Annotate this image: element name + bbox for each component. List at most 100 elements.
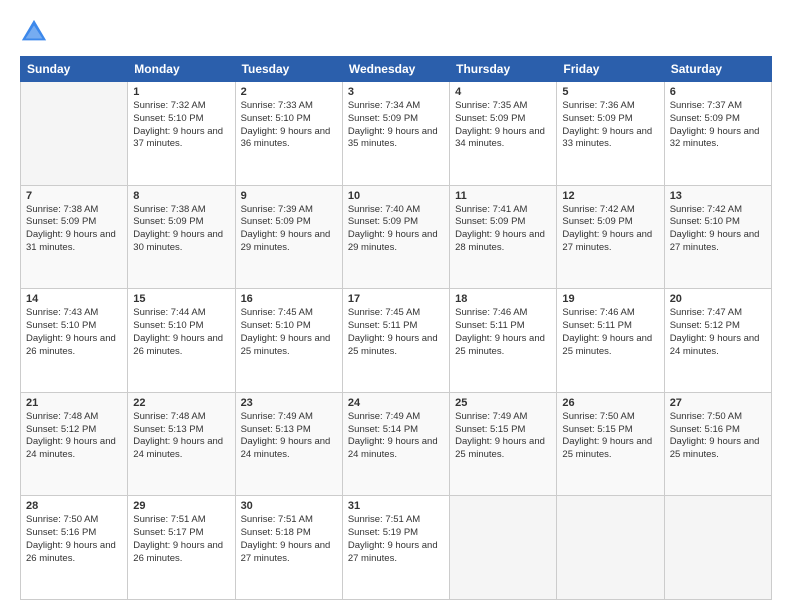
page: SundayMondayTuesdayWednesdayThursdayFrid… <box>0 0 792 612</box>
day-number: 11 <box>455 190 551 202</box>
day-number: 16 <box>241 293 337 305</box>
day-cell: 9Sunrise: 7:39 AMSunset: 5:09 PMDaylight… <box>235 185 342 289</box>
day-cell <box>21 82 128 186</box>
day-cell: 4Sunrise: 7:35 AMSunset: 5:09 PMDaylight… <box>450 82 557 186</box>
day-content: Sunrise: 7:43 AMSunset: 5:10 PMDaylight:… <box>26 307 122 358</box>
day-cell: 18 Sunrise: 7:46 AMSunset: 5:11 PMDayligh… <box>450 289 557 393</box>
day-number: 26 <box>562 397 658 409</box>
week-row-1: 7 Sunrise: 7:38 AMSunset: 5:09 PMDaylight… <box>21 185 772 289</box>
day-content: Sunrise: 7:49 AMSunset: 5:15 PMDaylight:… <box>455 411 551 462</box>
day-cell <box>557 496 664 600</box>
weekday-monday: Monday <box>128 57 235 82</box>
day-number: 20 <box>670 293 766 305</box>
day-content: Sunrise: 7:42 AMSunset: 5:09 PMDaylight:… <box>562 204 658 255</box>
week-row-0: 1 Sunrise: 7:32 AMSunset: 5:10 PMDaylight… <box>21 82 772 186</box>
day-number: 29 <box>133 500 229 512</box>
day-content: Sunrise: 7:51 AMSunset: 5:19 PMDaylight:… <box>348 514 444 565</box>
week-row-2: 14 Sunrise: 7:43 AMSunset: 5:10 PMDayligh… <box>21 289 772 393</box>
day-content: Sunrise: 7:47 AMSunset: 5:12 PMDaylight:… <box>670 307 766 358</box>
day-cell: 23 Sunrise: 7:49 AMSunset: 5:13 PMDayligh… <box>235 392 342 496</box>
week-row-3: 21 Sunrise: 7:48 AMSunset: 5:12 PMDayligh… <box>21 392 772 496</box>
day-cell: 31 Sunrise: 7:51 AMSunset: 5:19 PMDayligh… <box>342 496 449 600</box>
day-cell: 21 Sunrise: 7:48 AMSunset: 5:12 PMDayligh… <box>21 392 128 496</box>
weekday-saturday: Saturday <box>664 57 771 82</box>
day-number: 21 <box>26 397 122 409</box>
day-number: 17 <box>348 293 444 305</box>
day-number: 6 <box>670 86 766 98</box>
day-cell: 12 Sunrise: 7:42 AMSunset: 5:09 PMDayligh… <box>557 185 664 289</box>
day-cell <box>664 496 771 600</box>
day-content: Sunrise: 7:40 AMSunset: 5:09 PMDaylight:… <box>348 204 444 255</box>
day-cell: 26Sunrise: 7:50 AMSunset: 5:15 PMDayligh… <box>557 392 664 496</box>
day-cell: 13Sunrise: 7:42 AMSunset: 5:10 PMDayligh… <box>664 185 771 289</box>
day-content: Sunrise: 7:46 AMSunset: 5:11 PMDaylight:… <box>562 307 658 358</box>
day-number: 2 <box>241 86 337 98</box>
day-cell: 19 Sunrise: 7:46 AMSunset: 5:11 PMDayligh… <box>557 289 664 393</box>
day-number: 25 <box>455 397 551 409</box>
day-cell: 1 Sunrise: 7:32 AMSunset: 5:10 PMDaylight… <box>128 82 235 186</box>
day-content: Sunrise: 7:51 AMSunset: 5:17 PMDaylight:… <box>133 514 229 565</box>
header <box>20 18 772 46</box>
day-cell <box>450 496 557 600</box>
day-number: 13 <box>670 190 766 202</box>
day-number: 22 <box>133 397 229 409</box>
day-number: 7 <box>26 190 122 202</box>
weekday-friday: Friday <box>557 57 664 82</box>
calendar-header: SundayMondayTuesdayWednesdayThursdayFrid… <box>21 57 772 82</box>
day-cell: 5 Sunrise: 7:36 AMSunset: 5:09 PMDaylight… <box>557 82 664 186</box>
calendar-table: SundayMondayTuesdayWednesdayThursdayFrid… <box>20 56 772 600</box>
day-content: Sunrise: 7:45 AMSunset: 5:10 PMDaylight:… <box>241 307 337 358</box>
day-number: 12 <box>562 190 658 202</box>
day-number: 24 <box>348 397 444 409</box>
day-cell: 24 Sunrise: 7:49 AMSunset: 5:14 PMDayligh… <box>342 392 449 496</box>
day-content: Sunrise: 7:36 AMSunset: 5:09 PMDaylight:… <box>562 100 658 151</box>
day-content: Sunrise: 7:38 AMSunset: 5:09 PMDaylight:… <box>133 204 229 255</box>
day-content: Sunrise: 7:45 AMSunset: 5:11 PMDaylight:… <box>348 307 444 358</box>
weekday-wednesday: Wednesday <box>342 57 449 82</box>
day-number: 19 <box>562 293 658 305</box>
day-content: Sunrise: 7:48 AMSunset: 5:12 PMDaylight:… <box>26 411 122 462</box>
day-number: 28 <box>26 500 122 512</box>
logo <box>20 18 52 46</box>
day-number: 8 <box>133 190 229 202</box>
day-number: 31 <box>348 500 444 512</box>
day-content: Sunrise: 7:50 AMSunset: 5:16 PMDaylight:… <box>670 411 766 462</box>
day-number: 1 <box>133 86 229 98</box>
day-cell: 25 Sunrise: 7:49 AMSunset: 5:15 PMDayligh… <box>450 392 557 496</box>
day-content: Sunrise: 7:33 AMSunset: 5:10 PMDaylight:… <box>241 100 337 151</box>
day-cell: 20 Sunrise: 7:47 AMSunset: 5:12 PMDayligh… <box>664 289 771 393</box>
day-number: 30 <box>241 500 337 512</box>
week-row-4: 28Sunrise: 7:50 AMSunset: 5:16 PMDayligh… <box>21 496 772 600</box>
day-cell: 22 Sunrise: 7:48 AMSunset: 5:13 PMDayligh… <box>128 392 235 496</box>
weekday-tuesday: Tuesday <box>235 57 342 82</box>
day-cell: 3Sunrise: 7:34 AMSunset: 5:09 PMDaylight… <box>342 82 449 186</box>
day-cell: 16 Sunrise: 7:45 AMSunset: 5:10 PMDayligh… <box>235 289 342 393</box>
day-number: 5 <box>562 86 658 98</box>
day-content: Sunrise: 7:49 AMSunset: 5:14 PMDaylight:… <box>348 411 444 462</box>
day-content: Sunrise: 7:39 AMSunset: 5:09 PMDaylight:… <box>241 204 337 255</box>
weekday-row: SundayMondayTuesdayWednesdayThursdayFrid… <box>21 57 772 82</box>
day-content: Sunrise: 7:38 AMSunset: 5:09 PMDaylight:… <box>26 204 122 255</box>
day-content: Sunrise: 7:32 AMSunset: 5:10 PMDaylight:… <box>133 100 229 151</box>
weekday-sunday: Sunday <box>21 57 128 82</box>
day-number: 18 <box>455 293 551 305</box>
day-content: Sunrise: 7:34 AMSunset: 5:09 PMDaylight:… <box>348 100 444 151</box>
day-content: Sunrise: 7:46 AMSunset: 5:11 PMDaylight:… <box>455 307 551 358</box>
day-number: 10 <box>348 190 444 202</box>
day-content: Sunrise: 7:49 AMSunset: 5:13 PMDaylight:… <box>241 411 337 462</box>
day-content: Sunrise: 7:44 AMSunset: 5:10 PMDaylight:… <box>133 307 229 358</box>
day-cell: 29 Sunrise: 7:51 AMSunset: 5:17 PMDayligh… <box>128 496 235 600</box>
day-cell: 30Sunrise: 7:51 AMSunset: 5:18 PMDayligh… <box>235 496 342 600</box>
day-content: Sunrise: 7:41 AMSunset: 5:09 PMDaylight:… <box>455 204 551 255</box>
day-cell: 15 Sunrise: 7:44 AMSunset: 5:10 PMDayligh… <box>128 289 235 393</box>
weekday-thursday: Thursday <box>450 57 557 82</box>
day-cell: 27Sunrise: 7:50 AMSunset: 5:16 PMDayligh… <box>664 392 771 496</box>
day-cell: 14 Sunrise: 7:43 AMSunset: 5:10 PMDayligh… <box>21 289 128 393</box>
day-cell: 8 Sunrise: 7:38 AMSunset: 5:09 PMDaylight… <box>128 185 235 289</box>
day-content: Sunrise: 7:35 AMSunset: 5:09 PMDaylight:… <box>455 100 551 151</box>
day-content: Sunrise: 7:48 AMSunset: 5:13 PMDaylight:… <box>133 411 229 462</box>
day-number: 15 <box>133 293 229 305</box>
day-number: 14 <box>26 293 122 305</box>
day-number: 23 <box>241 397 337 409</box>
logo-icon <box>20 18 48 46</box>
